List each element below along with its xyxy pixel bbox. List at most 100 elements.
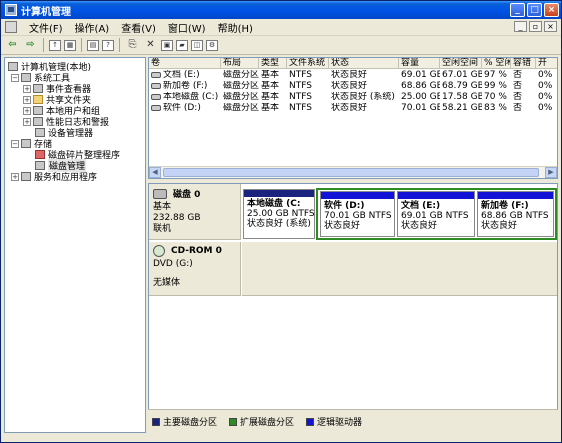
tree-item-services-apps[interactable]: + 服务和应用程序 bbox=[11, 171, 98, 183]
column-header-type[interactable]: 类型 bbox=[259, 58, 287, 69]
expand-toggle-icon[interactable]: + bbox=[23, 117, 31, 126]
hard-disk-icon bbox=[153, 188, 167, 199]
horizontal-scrollbar[interactable]: ◀ ▶ bbox=[149, 166, 557, 178]
table-row[interactable]: 新加卷 (F:) 磁盘分区 基本 NTFS 状态良好 68.86 GB 68.7… bbox=[149, 81, 557, 92]
open-icon[interactable]: ▰ bbox=[176, 39, 188, 51]
menu-bar: 文件(F) 操作(A) 查看(V) 窗口(W) 帮助(H) _ ▫ × bbox=[1, 19, 561, 36]
column-header-free-space[interactable]: 空闲空间 bbox=[440, 58, 482, 69]
column-header-percent-free[interactable]: % 空闲 bbox=[482, 58, 511, 69]
minimize-button[interactable]: _ bbox=[510, 3, 525, 17]
drive-icon bbox=[151, 93, 161, 100]
collapse-toggle-icon[interactable]: − bbox=[11, 73, 19, 82]
defrag-icon bbox=[35, 150, 45, 159]
column-header-status[interactable]: 状态 bbox=[329, 58, 399, 69]
services-icon bbox=[21, 172, 31, 181]
cdrom-0-name: CD-ROM 0 bbox=[171, 246, 222, 256]
drive-icon bbox=[151, 104, 161, 111]
cell-filesystem: NTFS bbox=[289, 103, 312, 113]
cell-filesystem: NTFS bbox=[289, 81, 312, 91]
collapse-toggle-icon[interactable]: − bbox=[11, 139, 19, 148]
scroll-left-button[interactable]: ◀ bbox=[149, 167, 161, 178]
column-header-volume[interactable]: 卷 bbox=[149, 58, 221, 69]
partition-status: 状态良好 bbox=[401, 221, 438, 231]
performance-icon bbox=[33, 117, 43, 126]
partition-c[interactable]: 本地磁盘 (C: 25.00 GB NTFS 状态良好 (系统) bbox=[243, 189, 315, 239]
cell-status: 状态良好 bbox=[331, 70, 368, 80]
tree-item-storage[interactable]: − 存储 bbox=[11, 138, 52, 150]
view-icon[interactable]: ◫ bbox=[191, 39, 203, 51]
cell-fault-tolerance: 否 bbox=[513, 103, 523, 113]
disk-0-name: 磁盘 0 bbox=[173, 190, 201, 200]
mdi-restore-button[interactable]: ▫ bbox=[529, 21, 542, 32]
cdrom-0-status: 无媒体 bbox=[153, 278, 181, 288]
partition-name: 文档 (E:) bbox=[401, 201, 441, 211]
disk-0-info[interactable]: 磁盘 0 基本 232.88 GB 联机 bbox=[149, 184, 241, 240]
cell-filesystem: NTFS bbox=[289, 92, 312, 102]
menu-window[interactable]: 窗口(W) bbox=[162, 20, 212, 35]
cell-overhead: 0% bbox=[538, 103, 553, 113]
mdi-close-button[interactable]: × bbox=[544, 21, 557, 32]
settings-icon[interactable]: ⚙ bbox=[206, 39, 218, 51]
partition-f[interactable]: 新加卷 (F:) 68.86 GB NTFS 状态良好 bbox=[477, 191, 554, 237]
help-icon[interactable]: ? bbox=[102, 39, 114, 51]
maximize-button[interactable]: □ bbox=[527, 3, 542, 17]
storage-icon bbox=[21, 139, 31, 148]
column-header-overhead[interactable]: 开 bbox=[536, 58, 557, 69]
column-header-fault-tolerance[interactable]: 容错 bbox=[511, 58, 536, 69]
properties-icon[interactable]: ▤ bbox=[87, 39, 99, 51]
cell-fault-tolerance: 否 bbox=[513, 70, 523, 80]
export-icon[interactable]: ▣ bbox=[161, 39, 173, 51]
tree-item-label: 服务和应用程序 bbox=[34, 173, 98, 183]
menu-file[interactable]: 文件(F) bbox=[23, 20, 69, 35]
disk-0-header: 磁盘 0 bbox=[153, 187, 236, 200]
partition-e[interactable]: 文档 (E:) 69.01 GB NTFS 状态良好 bbox=[397, 191, 475, 237]
users-icon bbox=[33, 106, 43, 115]
expand-toggle-icon[interactable]: + bbox=[23, 84, 31, 93]
column-header-filesystem[interactable]: 文件系统 bbox=[287, 58, 329, 69]
table-row[interactable]: 本地磁盘 (C:) 磁盘分区 基本 NTFS 状态良好 (系统) 25.00 G… bbox=[149, 92, 557, 103]
shared-folder-icon bbox=[33, 95, 43, 104]
logical-drive-bar bbox=[321, 192, 394, 199]
up-folder-icon[interactable]: ↑ bbox=[49, 39, 61, 51]
close-button[interactable]: × bbox=[544, 3, 559, 17]
expand-toggle-icon[interactable]: + bbox=[23, 106, 31, 115]
cell-type: 基本 bbox=[261, 81, 280, 91]
refresh-icon[interactable]: ⎘ bbox=[125, 38, 140, 52]
partition-d[interactable]: 软件 (D:) 70.01 GB NTFS 状态良好 bbox=[320, 191, 395, 237]
computer-management-window: 计算机管理 _ □ × 文件(F) 操作(A) 查看(V) 窗口(W) 帮助(H… bbox=[0, 0, 562, 443]
cell-layout: 磁盘分区 bbox=[223, 81, 259, 91]
partition-d-details: 软件 (D:) 70.01 GB NTFS 状态良好 bbox=[321, 199, 394, 233]
console-tree-icon[interactable]: ▦ bbox=[64, 39, 76, 51]
cell-volume: 文档 (E:) bbox=[149, 70, 221, 81]
forward-arrow-icon[interactable]: ⇨ bbox=[23, 38, 38, 52]
toolbar-separator bbox=[43, 38, 44, 52]
scrollbar-thumb[interactable] bbox=[163, 168, 539, 177]
delete-icon[interactable]: ✕ bbox=[143, 38, 158, 52]
logical-swatch bbox=[306, 417, 315, 426]
menu-help[interactable]: 帮助(H) bbox=[212, 20, 259, 35]
cell-free-space: 67.01 GB bbox=[442, 70, 482, 80]
menu-view[interactable]: 查看(V) bbox=[115, 20, 162, 35]
scroll-right-button[interactable]: ▶ bbox=[545, 167, 557, 178]
legend-label: 主要磁盘分区 bbox=[163, 418, 218, 428]
drive-icon bbox=[151, 71, 161, 78]
mdi-system-menu-icon[interactable] bbox=[5, 21, 17, 33]
menu-action[interactable]: 操作(A) bbox=[69, 20, 116, 35]
volume-name: 文档 (E:) bbox=[163, 70, 200, 80]
back-arrow-icon[interactable]: ⇦ bbox=[5, 38, 20, 52]
title-bar[interactable]: 计算机管理 _ □ × bbox=[1, 1, 561, 19]
column-header-layout[interactable]: 布局 bbox=[221, 58, 259, 69]
mdi-minimize-button[interactable]: _ bbox=[514, 21, 527, 32]
window-title: 计算机管理 bbox=[21, 6, 71, 18]
column-header-capacity[interactable]: 容量 bbox=[399, 58, 440, 69]
volume-name: 软件 (D:) bbox=[163, 103, 201, 113]
disk-0-size: 232.88 GB bbox=[153, 213, 201, 223]
expand-toggle-icon[interactable]: + bbox=[11, 172, 19, 181]
table-row[interactable]: 文档 (E:) 磁盘分区 基本 NTFS 状态良好 69.01 GB 67.01… bbox=[149, 70, 557, 81]
cell-free-space: 17.58 GB bbox=[442, 92, 482, 102]
expand-toggle-icon[interactable]: + bbox=[23, 95, 31, 104]
cell-fault-tolerance: 否 bbox=[513, 81, 523, 91]
cdrom-0-info[interactable]: CD-ROM 0 DVD (G:) 无媒体 bbox=[149, 242, 241, 296]
partition-size: 68.86 GB NTFS bbox=[481, 211, 549, 221]
table-row[interactable]: 软件 (D:) 磁盘分区 基本 NTFS 状态良好 70.01 GB 58.21… bbox=[149, 103, 557, 114]
